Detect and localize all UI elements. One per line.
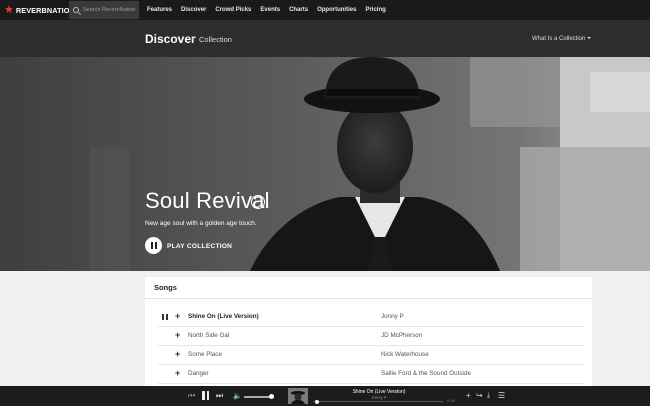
add-icon[interactable]: + (175, 331, 180, 340)
search-icon (73, 7, 79, 13)
song-title[interactable]: Shine On (Live Version) (188, 313, 259, 320)
songs-panel: Songs + Shine On (Live Version) Jonny P … (145, 277, 592, 387)
play-collection-label[interactable]: PLAY COLLECTION (167, 243, 232, 250)
play-collection-button[interactable] (145, 237, 162, 254)
now-playing-artist[interactable]: Jonny P (312, 395, 446, 400)
page-title[interactable]: Discover (145, 32, 196, 46)
nav-links: Features Discover Crowd Picks Events Cha… (147, 0, 395, 20)
song-row[interactable]: + Shine On (Live Version) Jonny P (158, 308, 584, 327)
what-is-collection-menu[interactable]: What Is a Collection (532, 36, 592, 42)
queue-icon[interactable]: ☰ (498, 391, 505, 401)
search-input[interactable] (83, 7, 139, 13)
nav-item-discover[interactable]: Discover (181, 7, 206, 13)
collection-description: New age soul with a golden age touch. (145, 220, 257, 227)
nav-item-features[interactable]: Features (147, 7, 172, 13)
song-row[interactable]: + Some Place Nick Waterhouse (158, 346, 584, 365)
chevron-right-icon: › (191, 34, 194, 43)
nav-item-crowd-picks[interactable]: Crowd Picks (215, 7, 251, 13)
album-thumbnail-art (288, 388, 308, 404)
add-icon[interactable]: + (175, 350, 180, 359)
add-icon[interactable]: + (466, 391, 471, 401)
hero-photo (0, 57, 650, 271)
pause-icon (150, 242, 153, 249)
pause-icon-bar (154, 242, 157, 249)
reverbnation-logo[interactable]: ★ REVERBNATION (0, 0, 75, 20)
player-bar: ⏮ ⏭ 🔈 Shine On (Live Version) Jonny P 0:… (0, 386, 650, 406)
what-is-collection-label: What Is a Collection (532, 36, 586, 42)
song-artist[interactable]: Nick Waterhouse (381, 351, 429, 358)
nav-item-charts[interactable]: Charts (289, 7, 308, 13)
song-artist[interactable]: JD McPherson (381, 332, 422, 339)
song-row[interactable]: + North Side Gal JD McPherson (158, 327, 584, 346)
album-thumbnail[interactable] (288, 388, 308, 404)
more-options-icon[interactable]: ⋯ (251, 195, 265, 209)
brand-name: REVERBNATION (15, 5, 75, 15)
top-nav: ★ REVERBNATION Features Discover Crowd P… (0, 0, 650, 20)
add-icon[interactable]: + (175, 312, 180, 321)
breadcrumb: Collection (199, 35, 232, 44)
nav-item-events[interactable]: Events (260, 7, 280, 13)
song-row[interactable]: + Danger Sallie Ford & the Sound Outside (158, 365, 584, 384)
pause-icon[interactable] (162, 314, 168, 320)
song-artist[interactable]: Jonny P (381, 313, 404, 320)
track-time: 0:16 (447, 398, 455, 403)
add-icon[interactable]: + (175, 369, 180, 378)
song-artist[interactable]: Sallie Ford & the Sound Outside (381, 370, 471, 377)
previous-track-icon[interactable]: ⏮ (188, 391, 195, 401)
hero-banner: Soul Revival ⋯ New age soul with a golde… (0, 57, 650, 271)
caret-down-icon (587, 37, 592, 40)
volume-icon[interactable]: 🔈 (233, 392, 242, 400)
search-box[interactable] (69, 1, 139, 19)
nav-item-opportunities[interactable]: Opportunities (317, 7, 356, 13)
pause-button[interactable] (202, 391, 209, 400)
nav-item-pricing[interactable]: Pricing (365, 7, 385, 13)
star-icon: ★ (4, 3, 14, 16)
song-title[interactable]: North Side Gal (188, 332, 229, 339)
songs-heading: Songs (145, 277, 592, 299)
song-title[interactable]: Danger (188, 370, 209, 377)
next-track-icon[interactable]: ⏭ (216, 391, 223, 401)
song-title[interactable]: Some Place (188, 351, 222, 358)
progress-bar[interactable] (313, 401, 443, 402)
share-icon[interactable]: ↪ (476, 391, 483, 401)
volume-knob[interactable] (269, 394, 274, 399)
download-icon[interactable]: ⤓ (487, 391, 490, 401)
page-header: Discover › Collection What Is a Collecti… (0, 20, 650, 57)
progress-knob[interactable] (314, 399, 319, 404)
